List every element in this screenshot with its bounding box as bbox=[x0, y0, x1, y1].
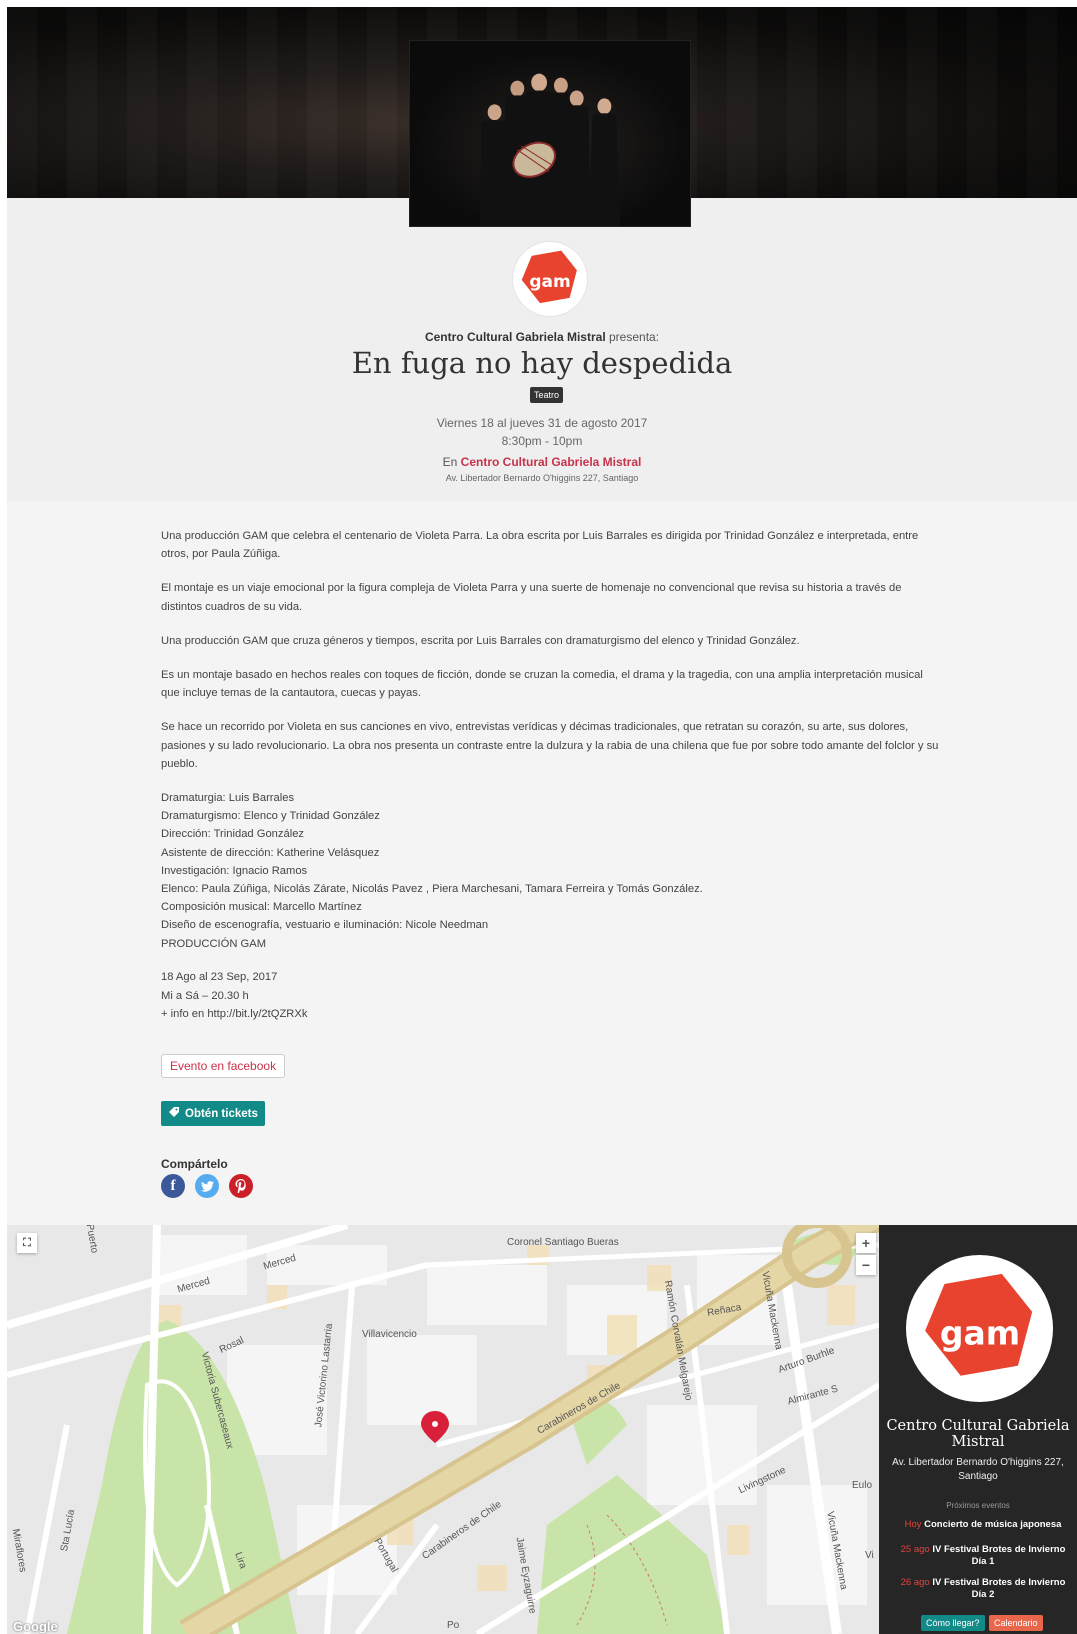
credit-line: Composición musical: Marcello Martínez bbox=[161, 901, 362, 914]
event-content: Una producción GAM que celebra el centen… bbox=[7, 501, 1077, 1225]
facebook-icon[interactable]: f bbox=[161, 1174, 185, 1198]
credit-line: Diseño de escenografía, vestuario e ilum… bbox=[161, 919, 489, 932]
venue-card: gam Centro Cultural Gabriela Mistral Av.… bbox=[879, 1225, 1077, 1634]
event-dates: Viernes 18 al jueves 31 de agosto 2017 bbox=[436, 416, 648, 430]
svg-text:gam: gam bbox=[939, 1313, 1019, 1352]
presenter-line: Centro Cultural Gabriela Mistral present… bbox=[7, 330, 1077, 344]
upcoming-event[interactable]: 25 ago IV Festival Brotes de Invierno Dí… bbox=[895, 1544, 1071, 1568]
cast-photo-image bbox=[410, 41, 690, 226]
event-times: 8:30pm - 10pm bbox=[501, 434, 583, 448]
event-title: En fuga no hay despedida bbox=[351, 346, 733, 380]
venue-prefix: En bbox=[442, 455, 458, 469]
zoom-in-button[interactable]: + bbox=[856, 1233, 876, 1253]
gam-logo-icon: gam bbox=[924, 1273, 1032, 1376]
twitter-icon[interactable] bbox=[195, 1174, 219, 1198]
event-name: Concierto de música japonesa bbox=[924, 1519, 1062, 1530]
share-label: Compártelo bbox=[161, 1157, 228, 1171]
credit-line: Investigación: Ignacio Ramos bbox=[161, 864, 308, 877]
event-name: IV Festival Brotes de Invierno Día 1 bbox=[932, 1544, 1066, 1567]
credit-line: Elenco: Paula Zúñiga, Nicolás Zárate, Ni… bbox=[161, 883, 703, 896]
venue-address: Av. Libertador Bernardo O'higgins 227, S… bbox=[892, 1457, 1064, 1482]
event-description: Una producción GAM que celebra el centen… bbox=[161, 527, 941, 1039]
credit-line: Dramaturgia: Luis Barrales bbox=[161, 792, 295, 805]
credit-line: Dirección: Trinidad González bbox=[161, 828, 305, 841]
gam-logo-icon: gam bbox=[517, 246, 583, 312]
presenter-suffix: presenta: bbox=[609, 330, 660, 344]
event-date: 26 ago bbox=[900, 1577, 930, 1588]
upcoming-label: Próximos eventos bbox=[946, 1501, 1010, 1510]
upcoming-event[interactable]: 26 ago IV Festival Brotes de Invierno Dí… bbox=[895, 1577, 1071, 1601]
description-paragraph: Una producción GAM que celebra el centen… bbox=[161, 530, 919, 561]
map-canvas bbox=[7, 1225, 879, 1634]
map-street-label: Eulo bbox=[852, 1480, 873, 1491]
location-map[interactable]: Coronel Santiago Bueras Merced Merced Ro… bbox=[7, 1225, 879, 1634]
schedule-line: Mi a Sá – 20.30 h bbox=[161, 989, 249, 1002]
pinterest-icon[interactable] bbox=[229, 1174, 253, 1198]
schedule-line: 18 Ago al 23 Sep, 2017 bbox=[161, 971, 278, 984]
category-badge[interactable]: Teatro bbox=[530, 387, 564, 403]
credits-block: Dramaturgia: Luis Barrales Dramaturgismo… bbox=[161, 789, 941, 953]
credit-line: Asistente de dirección: Katherine Velásq… bbox=[161, 846, 380, 859]
venue-line: En Centro Cultural Gabriela Mistral bbox=[7, 455, 1077, 469]
presenter-name[interactable]: Centro Cultural Gabriela Mistral bbox=[425, 330, 606, 344]
event-header: gam Centro Cultural Gabriela Mistral pre… bbox=[7, 198, 1077, 501]
schedule-block: 18 Ago al 23 Sep, 2017 Mi a Sá – 20.30 h… bbox=[161, 968, 941, 1023]
venue-address: Av. Libertador Bernardo O'higgins 227, S… bbox=[445, 473, 639, 483]
credit-line: PRODUCCIÓN GAM bbox=[161, 937, 267, 950]
event-date: Hoy bbox=[904, 1519, 922, 1530]
description-paragraph: El montaje es un viaje emocional por la … bbox=[161, 582, 902, 613]
description-paragraph: Una producción GAM que cruza géneros y t… bbox=[161, 634, 800, 647]
map-street-label: Po bbox=[447, 1620, 460, 1631]
upcoming-event[interactable]: Hoy Concierto de música japonesa bbox=[895, 1519, 1071, 1531]
credit-line: Dramaturgismo: Elenco y Trinidad Gonzále… bbox=[161, 810, 380, 823]
description-paragraph: Se hace un recorrido por Violeta en sus … bbox=[161, 721, 939, 771]
description-paragraph: Es un montaje basado en hechos reales co… bbox=[161, 668, 923, 700]
directions-button[interactable]: Cómo llegar? bbox=[921, 1615, 985, 1631]
get-tickets-button[interactable]: Obtén tickets bbox=[161, 1101, 265, 1126]
venue-name[interactable]: Centro Cultural Gabriela Mistral bbox=[879, 1418, 1077, 1450]
map-street-label: Coronel Santiago Bueras bbox=[507, 1237, 619, 1248]
event-date: 25 ago bbox=[900, 1544, 930, 1555]
venue-link[interactable]: Centro Cultural Gabriela Mistral bbox=[461, 455, 642, 469]
event-name: IV Festival Brotes de Invierno Día 2 bbox=[932, 1577, 1066, 1600]
venue-logo[interactable]: gam bbox=[906, 1255, 1053, 1402]
event-photo bbox=[409, 40, 691, 227]
organizer-logo[interactable]: gam bbox=[513, 242, 587, 316]
svg-text:gam: gam bbox=[529, 272, 570, 292]
get-tickets-label: Obtén tickets bbox=[185, 1107, 258, 1120]
fullscreen-icon[interactable]: ⛶ bbox=[17, 1233, 37, 1253]
google-attribution: Google bbox=[13, 1619, 58, 1634]
zoom-out-button[interactable]: − bbox=[856, 1255, 876, 1275]
ticket-icon bbox=[168, 1106, 180, 1121]
map-street-label: Villavicencio bbox=[362, 1329, 417, 1340]
calendar-button[interactable]: Calendario bbox=[989, 1615, 1043, 1631]
map-street-label: Vi bbox=[865, 1550, 874, 1561]
more-info-line[interactable]: + info en http://bit.ly/2tQZRXk bbox=[161, 1008, 307, 1020]
facebook-event-button[interactable]: Evento en facebook bbox=[161, 1054, 286, 1078]
